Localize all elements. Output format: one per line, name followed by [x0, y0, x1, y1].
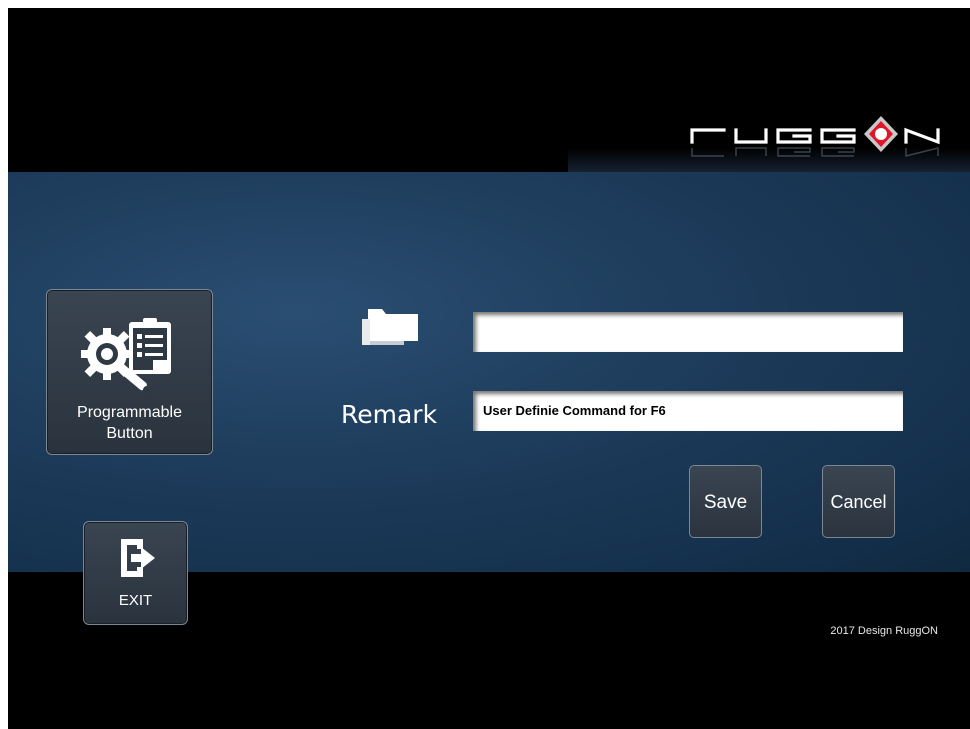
- programmable-button-tile[interactable]: Programmable Button: [46, 289, 213, 455]
- folder-icon[interactable]: [360, 305, 420, 349]
- gear-checklist-icon: [81, 318, 171, 394]
- programmable-button-label: Programmable Button: [47, 402, 212, 444]
- remark-label: Remark: [341, 400, 438, 429]
- remark-input[interactable]: User Definie Command for F6: [473, 391, 903, 431]
- save-button[interactable]: Save: [689, 465, 762, 538]
- logo-diamond-icon: [864, 116, 898, 152]
- exit-label: EXIT: [118, 592, 153, 609]
- programmable-label-line2: Button: [106, 425, 153, 442]
- copyright-text: 2017 Design RuggON: [830, 625, 938, 637]
- app-screen: Programmable Button EXIT Remark User Def…: [8, 8, 970, 729]
- cancel-button[interactable]: Cancel: [822, 465, 895, 538]
- top-bar: [8, 8, 970, 172]
- programmable-label-line1: Programmable: [77, 404, 182, 421]
- exit-button[interactable]: EXIT: [83, 521, 188, 625]
- ruggon-logo: [690, 116, 940, 157]
- exit-icon: [121, 539, 155, 577]
- path-input[interactable]: [473, 312, 903, 352]
